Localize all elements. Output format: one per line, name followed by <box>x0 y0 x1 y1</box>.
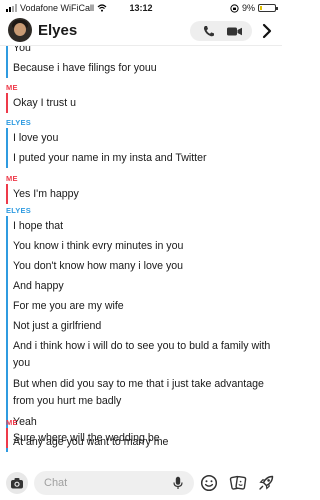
message-group: ME Yes I'm happy <box>6 174 278 204</box>
message-line: I puted your name in my insta and Twitte… <box>13 152 207 164</box>
message-line: And i think how i will do to see you to … <box>13 340 271 369</box>
mic-icon[interactable] <box>172 476 184 490</box>
message-line: Sure where will the wedding be <box>13 432 160 444</box>
message-line: I love you <box>13 132 59 144</box>
sender-label: ME <box>6 174 18 183</box>
rocket-icon[interactable] <box>257 474 275 492</box>
message-group: You Because i have filings for youu <box>6 46 278 78</box>
message-block: Sure where will the wedding be <box>6 428 278 448</box>
message-line: Okay I trust u <box>13 97 76 109</box>
battery-level <box>260 6 262 10</box>
battery-icon <box>258 4 278 12</box>
message-block: You Because i have filings for youu <box>6 46 278 78</box>
message-line: You don't know how many i love you <box>13 260 184 272</box>
message-list[interactable]: You Because i have filings for youu ME O… <box>0 46 282 466</box>
message-group: ELYES I love you I puted your name in my… <box>6 118 278 168</box>
status-bar: Vodafone WiFiCall 13:12 9% <box>0 0 282 16</box>
avatar-face <box>14 23 26 36</box>
message-block: Okay I trust u <box>6 93 278 113</box>
message-line: Because i have filings for youu <box>13 62 157 74</box>
camera-button[interactable] <box>6 472 28 494</box>
message-line: I hope that <box>13 220 64 232</box>
smiley-icon[interactable] <box>200 474 218 492</box>
avatar[interactable] <box>8 18 32 42</box>
chat-input[interactable] <box>34 471 194 495</box>
sender-label: ELYES <box>6 206 31 215</box>
message-group: ME Sure where will the wedding be <box>6 418 278 448</box>
call-controls <box>190 21 252 41</box>
message-group: ME Okay I trust u <box>6 83 278 113</box>
message-block: I love you I puted your name in my insta… <box>6 128 278 168</box>
phone-icon[interactable] <box>198 23 220 39</box>
chat-title[interactable]: Elyes <box>38 22 77 39</box>
video-icon[interactable] <box>224 23 246 39</box>
camera-icon <box>11 478 23 489</box>
message-line: For me you are my wife <box>13 300 124 312</box>
status-right: 9% <box>230 3 278 13</box>
orientation-lock-icon <box>230 3 239 13</box>
message-block: I hope that You know i think evry minute… <box>6 216 278 452</box>
sender-label: ELYES <box>6 118 31 127</box>
composer-bar <box>0 466 282 500</box>
chat-header: Elyes <box>0 16 282 46</box>
message-line: Not just a girlfriend <box>13 320 102 332</box>
stickers-icon[interactable] <box>229 474 247 492</box>
message-line: But when did you say to me that i just t… <box>13 378 264 407</box>
sender-label: ME <box>6 83 18 92</box>
battery-percent: 9% <box>241 3 255 13</box>
message-line: You know i think evry minutes in you <box>13 240 184 252</box>
message-block: Yes I'm happy <box>6 184 278 204</box>
message-line: And happy <box>13 280 64 292</box>
message-line: You <box>13 46 31 54</box>
chevron-right-icon[interactable] <box>260 22 274 40</box>
sender-label: ME <box>6 418 18 427</box>
message-group: ELYES I hope that You know i think evry … <box>6 206 278 452</box>
message-line: Yes I'm happy <box>13 188 79 200</box>
